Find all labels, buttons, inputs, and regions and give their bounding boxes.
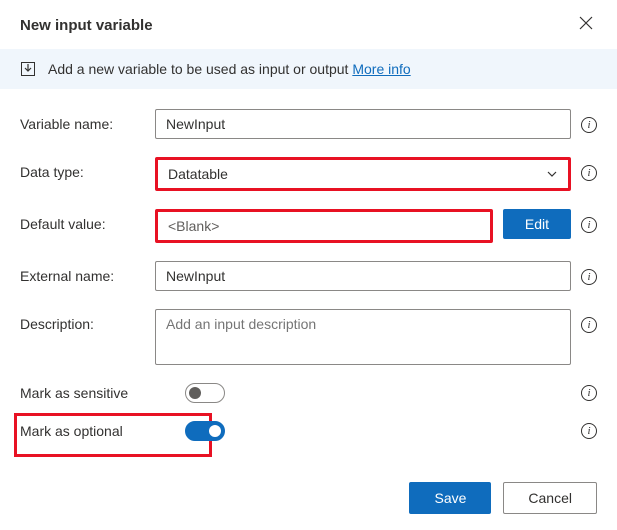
info-icon[interactable]: i bbox=[581, 269, 597, 285]
more-info-link[interactable]: More info bbox=[352, 61, 410, 77]
dialog-footer: Save Cancel bbox=[0, 466, 617, 530]
label-default-value: Default value: bbox=[20, 209, 145, 232]
label-description: Description: bbox=[20, 309, 145, 332]
label-mark-sensitive: Mark as sensitive bbox=[20, 385, 175, 401]
input-icon bbox=[20, 61, 36, 77]
external-name-input[interactable] bbox=[155, 261, 571, 291]
default-value-input[interactable] bbox=[155, 209, 493, 243]
info-icon[interactable]: i bbox=[581, 423, 597, 439]
chevron-down-icon bbox=[546, 168, 558, 180]
dialog-title: New input variable bbox=[20, 17, 153, 34]
info-icon[interactable]: i bbox=[581, 165, 597, 181]
new-input-variable-dialog: New input variable Add a new variable to… bbox=[0, 0, 617, 530]
info-banner: Add a new variable to be used as input o… bbox=[0, 49, 617, 89]
close-button[interactable] bbox=[575, 12, 597, 39]
label-variable-name: Variable name: bbox=[20, 109, 145, 132]
row-description: Description: i bbox=[20, 309, 597, 365]
banner-text: Add a new variable to be used as input o… bbox=[48, 61, 348, 77]
data-type-value: Datatable bbox=[168, 166, 228, 182]
row-variable-name: Variable name: i bbox=[20, 109, 597, 139]
dialog-header: New input variable bbox=[0, 0, 617, 49]
label-mark-optional: Mark as optional bbox=[20, 423, 175, 439]
toggle-knob bbox=[209, 425, 221, 437]
data-type-select[interactable]: Datatable bbox=[155, 157, 571, 191]
save-button[interactable]: Save bbox=[409, 482, 491, 514]
toggle-knob bbox=[189, 387, 201, 399]
info-icon[interactable]: i bbox=[581, 117, 597, 133]
cancel-button[interactable]: Cancel bbox=[503, 482, 597, 514]
row-default-value: Default value: Edit i bbox=[20, 209, 597, 243]
row-data-type: Data type: Datatable i bbox=[20, 157, 597, 191]
row-external-name: External name: i bbox=[20, 261, 597, 291]
info-icon[interactable]: i bbox=[581, 217, 597, 233]
row-mark-sensitive: Mark as sensitive i bbox=[20, 383, 597, 403]
close-icon bbox=[579, 16, 593, 30]
variable-name-input[interactable] bbox=[155, 109, 571, 139]
info-icon[interactable]: i bbox=[581, 317, 597, 333]
label-data-type: Data type: bbox=[20, 157, 145, 180]
description-textarea[interactable] bbox=[155, 309, 571, 365]
row-mark-optional: Mark as optional i bbox=[20, 421, 597, 441]
mark-sensitive-toggle[interactable] bbox=[185, 383, 225, 403]
form-body: Variable name: i Data type: Datatable i … bbox=[0, 109, 617, 466]
info-icon[interactable]: i bbox=[581, 385, 597, 401]
label-external-name: External name: bbox=[20, 261, 145, 284]
mark-optional-toggle[interactable] bbox=[185, 421, 225, 441]
edit-button[interactable]: Edit bbox=[503, 209, 571, 239]
